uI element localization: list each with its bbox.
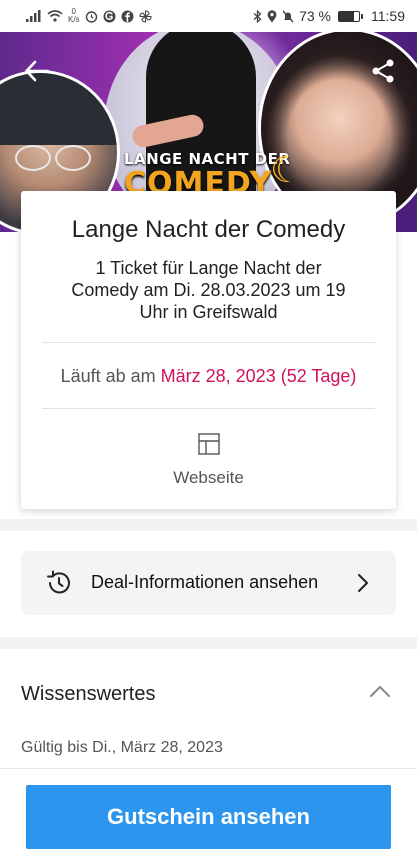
wifi-icon	[47, 10, 63, 22]
battery-icon	[338, 10, 363, 22]
moon-mascot-icon: ☾	[270, 149, 303, 190]
deal-card: Lange Nacht der Comedy 1 Ticket für Lang…	[21, 191, 396, 509]
signal-icon	[26, 10, 41, 22]
status-bar-left: 0 K/s	[26, 8, 152, 24]
location-icon	[267, 9, 277, 22]
card-divider-bottom	[42, 408, 375, 409]
battery-level	[339, 11, 354, 21]
section-separator-1	[0, 519, 417, 531]
bluetooth-icon	[253, 9, 262, 23]
website-layout-icon[interactable]	[198, 433, 220, 455]
back-button[interactable]	[20, 54, 54, 88]
share-icon	[372, 59, 394, 83]
hero-glasses-right	[55, 145, 91, 171]
hero-cap	[0, 73, 117, 145]
mute-icon	[282, 10, 294, 22]
section-separator-2	[0, 637, 417, 649]
bottom-action-bar: Gutschein ansehen	[0, 768, 417, 865]
clock: 11:59	[371, 8, 405, 24]
view-voucher-button[interactable]: Gutschein ansehen	[26, 785, 391, 849]
status-bar-right: 73 % 11:59	[253, 8, 405, 24]
expiry-date: März 28, 2023 (52 Tage)	[160, 366, 357, 386]
deal-subtitle: 1 Ticket für Lange Nacht der Comedy am D…	[71, 258, 346, 322]
deal-info-button[interactable]: Deal-Informationen ansehen	[21, 551, 396, 615]
deal-info-label: Deal-Informationen ansehen	[91, 572, 319, 592]
back-arrow-icon	[25, 60, 50, 82]
chevron-up-icon[interactable]	[369, 684, 391, 698]
network-speed: 0 K/s	[68, 8, 80, 24]
valid-until-text: Gültig bis Di., März 28, 2023	[21, 739, 223, 756]
facebook-icon	[121, 10, 134, 22]
expiry-line: Läuft ab am März 28, 2023 (52 Tage)	[21, 366, 396, 387]
facts-section-title[interactable]: Wissenswertes	[21, 683, 155, 706]
share-button[interactable]	[366, 54, 400, 88]
card-divider-top	[42, 342, 375, 343]
hero-glasses-left	[15, 145, 51, 171]
website-link[interactable]: Webseite	[21, 468, 396, 488]
alarm-icon	[85, 10, 97, 23]
network-speed-unit: K/s	[68, 15, 80, 24]
status-bar: 0 K/s 73 % 11:59	[0, 0, 417, 32]
google-icon	[103, 10, 116, 22]
history-icon	[47, 570, 70, 594]
deal-title: Lange Nacht der Comedy	[71, 216, 346, 243]
pinwheel-icon	[139, 9, 152, 23]
chevron-right-icon	[358, 574, 368, 592]
battery-percent: 73 %	[299, 8, 331, 24]
expiry-prefix: Läuft ab am	[60, 366, 156, 386]
